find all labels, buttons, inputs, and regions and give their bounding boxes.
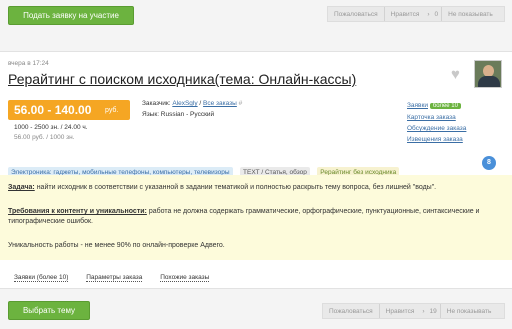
card-link[interactable]: Карточка заказа: [407, 114, 456, 121]
customer-row: Заказчик: AlexSgly / Все заказы #: [142, 100, 243, 107]
price-range: 56.00 - 140.00: [14, 103, 92, 117]
tab-applications[interactable]: Заявки (более 10): [14, 274, 69, 282]
hide-button[interactable]: Не показывать: [441, 308, 498, 315]
posted-time: вчера в 17:24: [8, 60, 49, 67]
top-actions-bar: Пожаловаться Нравится › 0 Не показывать: [327, 6, 505, 22]
order-title[interactable]: Рерайтинг с поиском исходника(тема: Онла…: [8, 71, 356, 87]
notices-link[interactable]: Извещения заказа: [407, 136, 463, 143]
tab-similar[interactable]: Похожие заказы: [160, 274, 210, 282]
submit-application-button[interactable]: Подать заявку на участие: [8, 6, 134, 25]
like-button[interactable]: Нравится: [380, 308, 421, 315]
discussion-link[interactable]: Обсуждение заказа: [407, 125, 466, 132]
like-count: 0: [434, 10, 439, 18]
like-count: 19: [429, 307, 437, 315]
requirements-paragraph: Требования к контенту и уникальности: ра…: [8, 208, 480, 225]
like-button[interactable]: Нравится: [385, 11, 426, 18]
side-links: Заявки более 10 Карточка заказа Обсужден…: [407, 100, 466, 145]
all-orders-link[interactable]: Все заказы: [203, 100, 237, 107]
customer-link[interactable]: AlexSgly: [172, 100, 197, 107]
hash-icon: #: [238, 100, 243, 107]
tab-parameters[interactable]: Параметры заказа: [86, 274, 143, 282]
task-paragraph: Задача: найти исходник в соответствии с …: [8, 184, 437, 191]
order-tabs: Заявки (более 10) Параметры заказа Похож…: [14, 274, 210, 282]
order-card: вчера в 17:24 Рерайтинг с поиском исходн…: [0, 51, 512, 289]
rate-info: 56.00 руб. / 1000 зн.: [14, 134, 75, 141]
language-info: Язык: Russian - Русский: [142, 111, 215, 118]
choose-topic-button[interactable]: Выбрать тему: [8, 301, 90, 320]
task-description: Задача: найти исходник в соответствии с …: [0, 175, 512, 260]
price-unit: руб.: [105, 107, 119, 114]
applications-badge: более 10: [429, 103, 461, 109]
complain-button[interactable]: Пожаловаться: [323, 308, 379, 315]
complain-button[interactable]: Пожаловаться: [328, 11, 384, 18]
volume-info: 1000 - 2500 зн. / 24.00 ч.: [14, 124, 88, 131]
hide-button[interactable]: Не показывать: [442, 11, 499, 18]
avatar[interactable]: [474, 60, 502, 88]
applications-link[interactable]: Заявки: [407, 102, 428, 109]
uniqueness-paragraph: Уникальность работы - не менее 90% по он…: [8, 242, 225, 249]
count-badge[interactable]: 8: [482, 156, 496, 170]
bottom-actions-bar: Пожаловаться Нравится › 19 Не показывать: [322, 303, 505, 319]
heart-icon[interactable]: ♥: [451, 66, 460, 83]
price-badge: 56.00 - 140.00 руб.: [8, 100, 130, 120]
